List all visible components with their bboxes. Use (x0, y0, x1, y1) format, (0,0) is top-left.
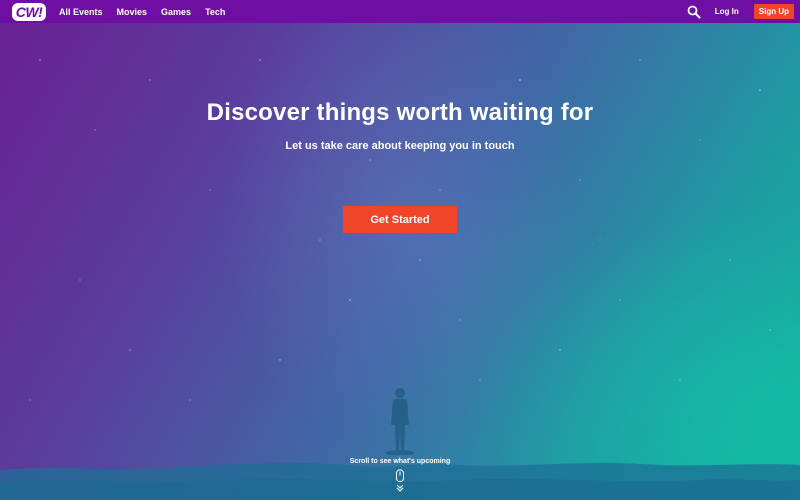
search-icon[interactable] (687, 5, 701, 19)
login-link[interactable]: Log In (715, 7, 739, 16)
nav-item-tech[interactable]: Tech (205, 7, 225, 17)
get-started-button[interactable]: Get Started (343, 206, 457, 233)
hero-subtitle: Let us take care about keeping you in to… (285, 140, 515, 152)
nav-item-all-events[interactable]: All Events (59, 7, 103, 17)
logo-text: CW! (11, 2, 47, 21)
scroll-hint: Scroll to see what's upcoming (349, 458, 451, 465)
nav-item-movies[interactable]: Movies (117, 7, 148, 17)
person-silhouette (386, 388, 414, 455)
hero-title: Discover things worth waiting for (206, 99, 594, 126)
top-navbar: CW! All Events Movies Games Tech Log In … (0, 0, 800, 23)
brand-logo[interactable]: CW! (8, 0, 50, 23)
mouse-icon[interactable] (395, 469, 405, 483)
nav-item-games[interactable]: Games (161, 7, 191, 17)
signup-button[interactable]: Sign Up (753, 4, 794, 19)
nav-actions: Log In Sign Up (687, 0, 794, 23)
chevron-down-icon[interactable] (395, 483, 405, 493)
nav-links: All Events Movies Games Tech (59, 7, 239, 17)
